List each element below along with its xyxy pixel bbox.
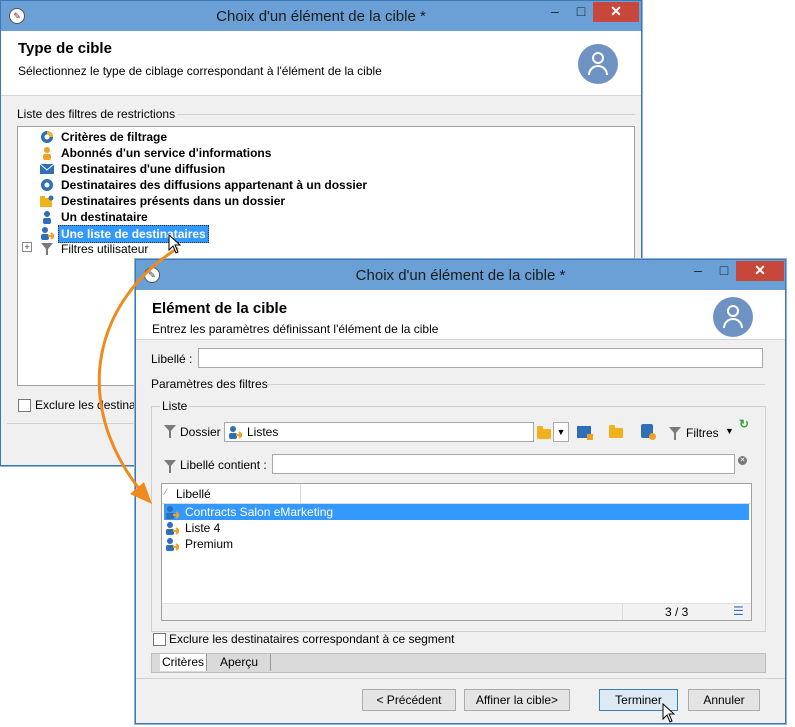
mouse-cursor-icon xyxy=(168,234,182,254)
window2-header: Elément de la cible Entrez les paramètre… xyxy=(136,290,785,340)
tree-item-label: Filtres utilisateur xyxy=(61,242,149,256)
list-item[interactable]: Contracts Salon eMarketing xyxy=(164,504,749,520)
folder-browse-icon[interactable] xyxy=(537,426,551,439)
subscriber-icon xyxy=(43,147,51,160)
column-header-libelle[interactable]: Libellé xyxy=(176,487,211,501)
tab-bar: Critères Aperçu xyxy=(151,653,766,673)
label-filter-icon xyxy=(164,460,176,473)
libelle-contient-label: Libellé contient : xyxy=(180,458,267,472)
exclude-checkbox[interactable] xyxy=(18,399,31,412)
close-icon[interactable]: ✕ xyxy=(736,261,784,281)
window2-titlebar[interactable]: ✎ Choix d'un élément de la cible * – □ ✕ xyxy=(136,260,785,290)
filter-criteria-icon xyxy=(41,131,53,143)
delivery-folder-icon xyxy=(41,179,53,191)
filters-funnel-icon xyxy=(669,427,681,440)
close-icon[interactable]: ✕ xyxy=(593,2,639,22)
minimize-icon[interactable]: – xyxy=(541,2,569,22)
sort-icon[interactable]: ⁄ xyxy=(165,487,167,497)
dossier-value: Listes xyxy=(247,425,279,439)
dossier-field[interactable]: Listes xyxy=(224,422,534,442)
window-target-element: ✎ Choix d'un élément de la cible * – □ ✕… xyxy=(135,259,786,724)
list-item-label: Contracts Salon eMarketing xyxy=(185,505,334,519)
new-folder-icon[interactable] xyxy=(577,426,593,440)
tree-item-label: Un destinataire xyxy=(61,210,148,224)
funnel-icon xyxy=(41,243,53,255)
libelle-input[interactable] xyxy=(198,348,763,368)
record-count: 3 / 3 xyxy=(665,605,689,619)
list-item-label: Premium xyxy=(185,537,234,551)
tree-item-label: Destinataires des diffusions appartenant… xyxy=(61,178,368,192)
maximize-icon[interactable]: □ xyxy=(567,2,595,22)
new-list-icon[interactable] xyxy=(641,424,656,440)
single-recipient-icon xyxy=(43,211,51,224)
libelle-contient-input[interactable] xyxy=(272,454,735,474)
expand-icon[interactable]: + xyxy=(22,242,32,252)
exclude-label: Exclure les destinata xyxy=(35,398,146,412)
recipient-list-icon xyxy=(166,538,179,551)
tab-criteres[interactable]: Critères xyxy=(160,654,207,671)
refine-target-button[interactable]: Affiner la cible> xyxy=(464,689,570,711)
table-header: ⁄ Libellé xyxy=(162,484,751,504)
cancel-button[interactable]: Annuler xyxy=(688,689,760,711)
recipient-folder-icon xyxy=(40,195,54,207)
header-subtitle: Sélectionnez le type de ciblage correspo… xyxy=(18,64,382,78)
columns-menu-icon[interactable]: ☰ xyxy=(733,604,744,618)
libelle-label: Libellé : xyxy=(151,352,193,366)
header-subtitle: Entrez les paramètres définissant l'élém… xyxy=(152,322,439,336)
filters-dropdown-icon[interactable]: ▼ xyxy=(725,426,734,436)
list-item[interactable]: Premium xyxy=(164,536,749,552)
footer-divider-line xyxy=(136,678,785,679)
tree-item-label: Critères de filtrage xyxy=(61,130,168,144)
list-item-label: Liste 4 xyxy=(185,521,221,535)
open-folder-icon[interactable] xyxy=(609,425,623,438)
minimize-icon[interactable]: – xyxy=(684,261,712,281)
exclude-segment-label: Exclure les destinataires correspondant … xyxy=(169,632,455,646)
list-label: Liste xyxy=(160,399,190,413)
restriction-filters-label: Liste des filtres de restrictions xyxy=(17,107,176,121)
filters-button[interactable]: Filtres xyxy=(686,426,719,440)
recipient-list-icon xyxy=(166,522,179,535)
user-avatar-icon xyxy=(713,297,753,337)
filter-params-label: Paramètres des filtres xyxy=(151,377,268,391)
mouse-cursor-icon xyxy=(662,703,676,723)
table-footer: 3 / 3 ☰ xyxy=(162,603,751,620)
dossier-dropdown-icon[interactable]: ▼ xyxy=(553,422,569,442)
tree-item-label: Abonnés d'un service d'informations xyxy=(61,146,272,160)
refresh-icon[interactable]: ↻ xyxy=(739,417,749,431)
list-item[interactable]: Liste 4 xyxy=(164,520,749,536)
list-table[interactable]: ⁄ Libellé Contracts Salon eMarketing Lis… xyxy=(161,483,752,621)
tree-item-label: Destinataires présents dans un dossier xyxy=(61,194,286,208)
window1-titlebar[interactable]: ✎ Choix d'un élément de la cible * – □ ✕ xyxy=(1,1,641,31)
delivery-envelope-icon xyxy=(40,163,54,174)
folder-filter-icon xyxy=(164,425,176,438)
header-title: Elément de la cible xyxy=(152,300,288,317)
recipient-list-icon xyxy=(41,227,54,240)
tree-item-label: Destinataires d'une diffusion xyxy=(61,162,226,176)
recipient-list-icon xyxy=(166,506,179,519)
recipient-list-icon xyxy=(229,426,242,439)
dossier-label: Dossier : xyxy=(180,425,228,439)
group-divider xyxy=(177,114,635,115)
params-divider xyxy=(266,384,765,385)
maximize-icon[interactable]: □ xyxy=(710,261,738,281)
header-title: Type de cible xyxy=(18,40,112,57)
exclude-segment-checkbox[interactable] xyxy=(153,633,166,646)
clear-search-icon[interactable]: ✕ xyxy=(738,456,747,465)
window1-header: Type de cible Sélectionnez le type de ci… xyxy=(1,31,641,96)
column-separator xyxy=(300,484,301,503)
footer-divider xyxy=(622,604,623,620)
previous-button[interactable]: < Précédent xyxy=(362,689,456,711)
tab-apercu[interactable]: Aperçu xyxy=(208,654,271,671)
user-avatar-icon xyxy=(578,44,618,84)
